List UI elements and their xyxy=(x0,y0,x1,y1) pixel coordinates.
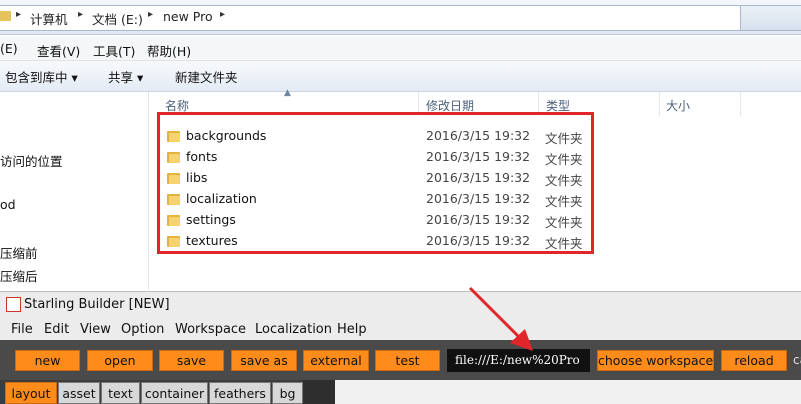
tab-feathers[interactable]: feathers xyxy=(209,382,271,404)
include-in-library-button[interactable]: 包含到库中 ▾ xyxy=(5,67,78,86)
truncated-label: ca xyxy=(793,353,801,367)
chevron-right-icon: ▸ xyxy=(148,9,154,20)
column-divider xyxy=(740,92,741,116)
column-divider xyxy=(659,92,660,116)
chevron-right-icon: ▸ xyxy=(220,9,226,20)
save-as-button[interactable]: save as xyxy=(231,350,297,371)
menu-file[interactable]: File xyxy=(11,322,33,337)
nav-item-after-compress[interactable]: 压缩后 xyxy=(0,266,38,285)
workspace-path-field[interactable]: file:///E:/new%20Pro xyxy=(447,349,590,372)
menu-view[interactable]: 查看(V) xyxy=(37,41,80,60)
menu-tools[interactable]: 工具(T) xyxy=(93,41,135,60)
sort-up-icon: ▲ xyxy=(284,88,291,98)
app-icon xyxy=(6,297,21,312)
tab-container[interactable]: container xyxy=(141,382,208,404)
chevron-right-icon: ▸ xyxy=(78,9,84,20)
share-button[interactable]: 共享 ▾ xyxy=(108,67,143,86)
menu-workspace[interactable]: Workspace xyxy=(175,322,246,337)
menu-help[interactable]: 帮助(H) xyxy=(147,41,191,60)
nav-item-od[interactable]: od xyxy=(0,197,16,212)
save-button[interactable]: save xyxy=(159,350,224,371)
nav-item-before-compress[interactable]: 压缩前 xyxy=(0,243,38,262)
tab-asset[interactable]: asset xyxy=(58,382,100,404)
open-button[interactable]: open xyxy=(87,350,153,371)
column-header-size[interactable]: 大小 xyxy=(666,97,690,114)
menu-edit[interactable]: Edit xyxy=(44,322,69,337)
nav-item-recent-places[interactable]: 访问的位置 xyxy=(0,151,63,170)
menu-help[interactable]: Help xyxy=(337,322,367,337)
chevron-right-icon: ▸ xyxy=(16,9,22,20)
breadcrumb-computer[interactable]: 计算机 xyxy=(30,9,68,28)
choose-workspace-button[interactable]: choose workspace xyxy=(597,350,714,371)
test-button[interactable]: test xyxy=(375,350,440,371)
new-button[interactable]: new xyxy=(15,350,80,371)
tab-layout[interactable]: layout xyxy=(5,382,57,404)
search-box[interactable] xyxy=(740,5,801,31)
workspace-area xyxy=(335,380,801,404)
breadcrumb-drive[interactable]: 文档 (E:) xyxy=(92,9,143,28)
new-folder-button[interactable]: 新建文件夹 xyxy=(175,67,238,86)
menu-localization[interactable]: Localization xyxy=(255,322,332,337)
tab-text[interactable]: text xyxy=(101,382,140,404)
window-title: Starling Builder [NEW] xyxy=(24,297,170,312)
menu-edit[interactable]: (E) xyxy=(0,41,18,56)
reload-button[interactable]: reload xyxy=(721,350,787,371)
folder-icon xyxy=(0,11,11,21)
breadcrumb-folder[interactable]: new Pro xyxy=(163,9,213,24)
menu-view[interactable]: View xyxy=(80,322,111,337)
external-button[interactable]: external xyxy=(303,350,369,371)
tab-bg[interactable]: bg xyxy=(272,382,303,404)
tab-bar-filler xyxy=(303,380,335,404)
highlight-box xyxy=(157,112,594,254)
menu-option[interactable]: Option xyxy=(121,322,164,337)
